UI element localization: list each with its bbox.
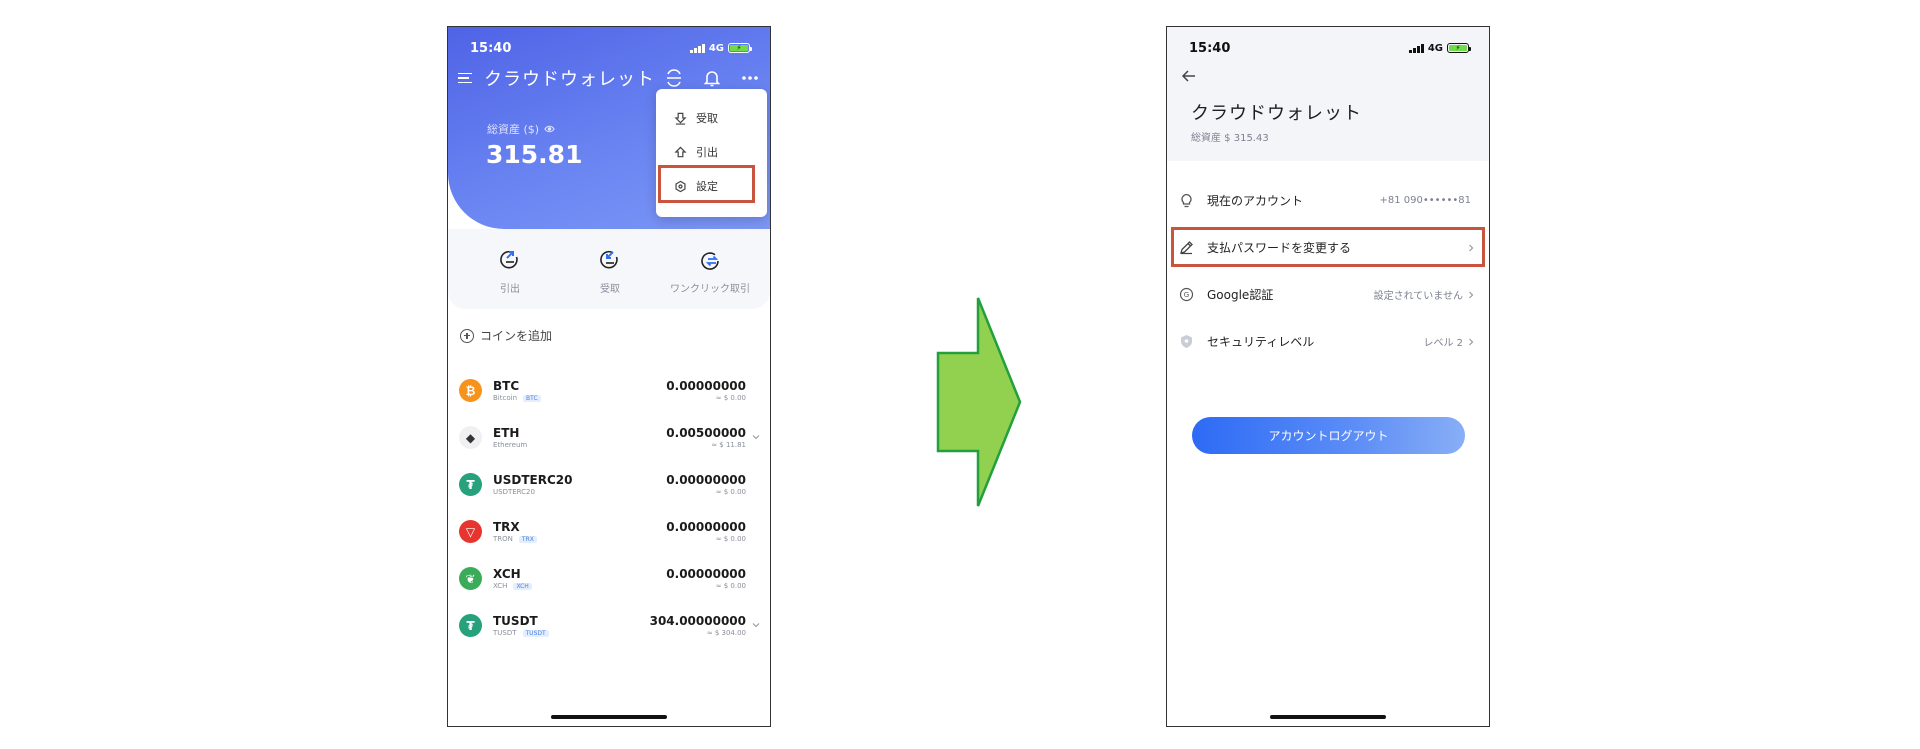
- more-dropdown-menu: 受取 引出 設定: [656, 89, 767, 217]
- chevron-down-icon[interactable]: [752, 621, 760, 629]
- signal-icon: [690, 43, 705, 53]
- coin-tag: XCH: [513, 582, 532, 590]
- svg-text:G: G: [1184, 291, 1189, 299]
- withdraw-circle-icon: [500, 250, 518, 269]
- receive-icon: [674, 112, 687, 125]
- eye-icon[interactable]: [544, 125, 555, 133]
- row-change-payment-password[interactable]: 支払パスワードを変更する: [1167, 224, 1489, 271]
- action-one-click-trade[interactable]: ワンクリック取引: [662, 249, 758, 309]
- coin-logo-icon: ◆: [459, 426, 482, 449]
- total-assets-label: 総資産 ($): [487, 121, 555, 137]
- shield-icon: [1181, 335, 1192, 348]
- total-assets-value: 315.81: [486, 140, 583, 169]
- more-icon[interactable]: [740, 68, 760, 88]
- coin-amount: 0.00000000: [666, 567, 746, 581]
- coin-row[interactable]: ◆ ETH Ethereum 0.00500000 ≈ $ 11.81: [448, 414, 770, 461]
- coin-tag: BTC: [523, 394, 541, 402]
- plus-circle-icon: [460, 328, 474, 343]
- home-indicator: [551, 715, 667, 719]
- coin-row[interactable]: ₮ USDTERC20 USDTERC20 0.00000000 ≈ $ 0.00: [448, 461, 770, 508]
- total-assets: 総資産 $ 315.43: [1191, 133, 1269, 144]
- settings-list: 現在のアカウント +81 090••••••81 支払パスワードを変更する G …: [1167, 177, 1489, 365]
- coin-amount: 0.00500000: [666, 426, 746, 440]
- transition-arrow: [936, 297, 1022, 507]
- back-arrow-icon[interactable]: [1181, 68, 1197, 84]
- coin-name: Bitcoin: [493, 394, 518, 402]
- coin-symbol: XCH: [493, 567, 521, 581]
- network-type: 4G: [708, 42, 724, 54]
- coin-symbol: ETH: [493, 426, 520, 440]
- coin-tag: TRX: [518, 535, 537, 543]
- chevron-down-icon[interactable]: [752, 433, 760, 441]
- coin-name: Ethereum: [493, 441, 528, 449]
- hamburger-menu-icon[interactable]: [458, 72, 472, 84]
- network-type: 4G: [1427, 42, 1443, 54]
- status-time: 15:40: [470, 40, 512, 56]
- withdraw-icon: [674, 146, 687, 157]
- coin-logo-icon: ▽: [459, 520, 482, 543]
- action-receive[interactable]: 受取: [562, 249, 658, 309]
- signal-icon: [1409, 43, 1424, 53]
- page-title: クラウドウォレット: [484, 69, 655, 90]
- add-coin-button[interactable]: コインを追加: [460, 327, 552, 344]
- coin-row[interactable]: ₿ BTC Bitcoin BTC 0.00000000 ≈ $ 0.00: [448, 367, 770, 414]
- wallet-settings-screen: 15:40 4G ⚡ クラウドウォレット 総資産 $ 315.43 現在のアカウ…: [1166, 26, 1490, 727]
- settings-header: 15:40 4G ⚡ クラウドウォレット 総資産 $ 315.43: [1167, 27, 1489, 161]
- page-title: クラウドウォレット: [1191, 103, 1362, 124]
- bell-icon[interactable]: [702, 68, 722, 88]
- coin-symbol: TRX: [493, 520, 520, 534]
- coin-logo-icon: ₮: [459, 473, 482, 496]
- row-security-level[interactable]: セキュリティレベル レベル 2: [1167, 318, 1489, 365]
- coin-logo-icon: ❦: [459, 567, 482, 590]
- coin-name: TUSDT: [493, 629, 517, 637]
- chevron-right-icon: [1469, 338, 1474, 345]
- coin-row[interactable]: ₮ TUSDT TUSDT TUSDT 304.00000000 ≈ $ 304.00: [448, 602, 770, 649]
- logout-button[interactable]: アカウントログアウト: [1192, 417, 1465, 454]
- coin-symbol: USDTERC20: [493, 473, 573, 487]
- status-time: 15:40: [1189, 40, 1231, 56]
- status-bar: 15:40 4G ⚡: [1167, 27, 1489, 61]
- scan-icon[interactable]: [664, 68, 684, 88]
- coin-logo-icon: ₿: [459, 379, 482, 402]
- coin-usd-value: ≈ $ 0.00: [715, 582, 746, 590]
- row-google-auth[interactable]: G Google認証 設定されていません: [1167, 271, 1489, 318]
- coin-row[interactable]: ▽ TRX TRON TRX 0.00000000 ≈ $ 0.00: [448, 508, 770, 555]
- exchange-icon: [701, 252, 719, 270]
- coin-usd-value: ≈ $ 11.81: [711, 441, 746, 449]
- coin-name: XCH: [493, 582, 508, 590]
- menu-item-receive[interactable]: 受取: [656, 101, 767, 135]
- lightbulb-icon: [1181, 194, 1192, 208]
- battery-icon: ⚡: [1447, 43, 1471, 53]
- coin-name: USDTERC20: [493, 488, 535, 496]
- menu-item-withdraw[interactable]: 引出: [656, 135, 767, 169]
- coin-name: TRON: [493, 535, 513, 543]
- chevron-right-icon: [1469, 291, 1474, 298]
- highlight-box: [658, 165, 755, 203]
- google-icon: G: [1179, 287, 1194, 302]
- coin-row[interactable]: ❦ XCH XCH XCH 0.00000000 ≈ $ 0.00: [448, 555, 770, 602]
- status-bar: 15:40 4G ⚡: [448, 27, 770, 61]
- coin-usd-value: ≈ $ 0.00: [715, 394, 746, 402]
- coin-amount: 0.00000000: [666, 379, 746, 393]
- row-current-account[interactable]: 現在のアカウント +81 090••••••81: [1167, 177, 1489, 224]
- coin-symbol: TUSDT: [493, 614, 538, 628]
- coin-usd-value: ≈ $ 0.00: [715, 535, 746, 543]
- coin-logo-icon: ₮: [459, 614, 482, 637]
- action-withdraw[interactable]: 引出: [462, 249, 558, 309]
- home-indicator: [1270, 715, 1386, 719]
- wallet-home-screen: 15:40 4G ⚡ クラウドウォレット 総資産 ($) 315.81 受取 引…: [447, 26, 771, 727]
- coin-symbol: BTC: [493, 379, 520, 393]
- receive-circle-icon: [600, 250, 618, 269]
- coin-usd-value: ≈ $ 304.00: [706, 629, 746, 637]
- quick-actions: 引出 受取 ワンクリック取引: [448, 229, 770, 309]
- coin-tag: TUSDT: [522, 629, 549, 637]
- coin-amount: 0.00000000: [666, 520, 746, 534]
- coin-amount: 304.00000000: [649, 614, 746, 628]
- battery-icon: ⚡: [728, 43, 752, 53]
- coin-usd-value: ≈ $ 0.00: [715, 488, 746, 496]
- coin-list: ₿ BTC Bitcoin BTC 0.00000000 ≈ $ 0.00 ◆ ETH Ethe…: [448, 367, 770, 649]
- highlight-box: [1171, 227, 1485, 267]
- coin-amount: 0.00000000: [666, 473, 746, 487]
